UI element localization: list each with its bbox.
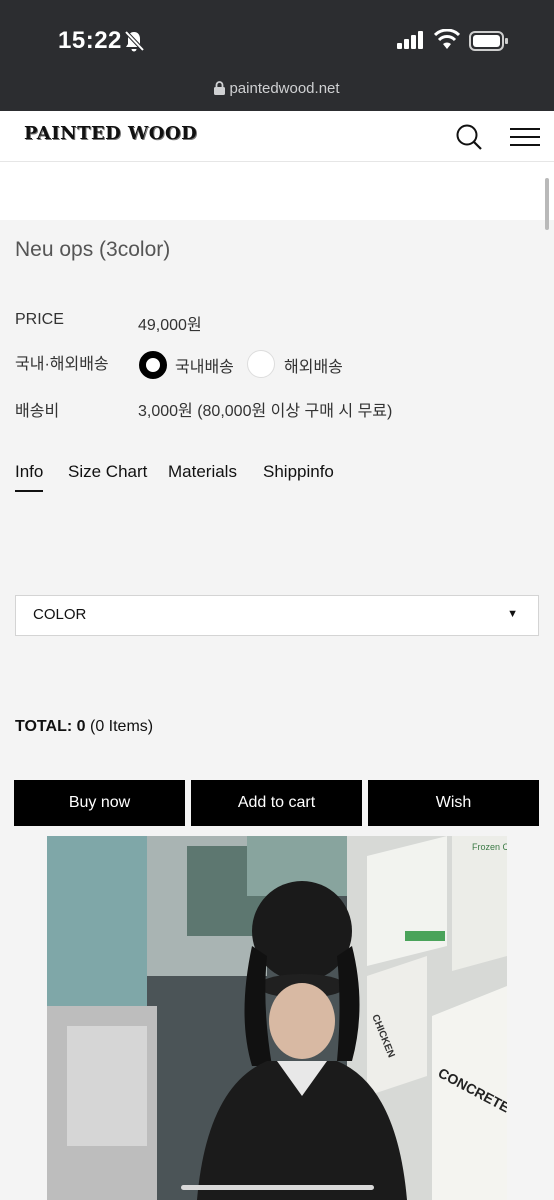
dropdown-arrow-icon: ▼	[507, 608, 518, 620]
banner-area	[0, 162, 554, 220]
product-photo: CONCRETES CHICKEN Frozen Custa	[47, 836, 507, 1200]
lock-icon	[214, 81, 226, 95]
radio-overseas-label[interactable]: 해외배송	[284, 353, 343, 377]
price-value: 49,000원	[138, 317, 202, 334]
cellular-signal-icon	[397, 31, 423, 49]
total-summary: TOTAL: 0 (0 Items)	[15, 718, 153, 736]
shipping-fee-label: 배송비	[15, 403, 60, 420]
shipping-type-label: 국내·해외배송	[15, 356, 109, 373]
tab-size-chart[interactable]: Size Chart	[68, 462, 147, 482]
scrollbar[interactable]	[545, 178, 549, 230]
price-label: PRICE	[15, 311, 64, 328]
total-label: TOTAL:	[15, 718, 73, 735]
wifi-icon	[434, 29, 460, 49]
radio-domestic-label[interactable]: 국내배송	[175, 353, 234, 377]
total-items: (0 Items)	[89, 718, 154, 735]
radio-domestic[interactable]	[139, 351, 167, 379]
home-indicator[interactable]	[181, 1185, 374, 1190]
battery-icon	[469, 31, 508, 51]
color-select[interactable]: COLOR ▼	[15, 595, 539, 636]
total-amount: 0	[76, 718, 86, 735]
tab-materials[interactable]: Materials	[168, 462, 237, 482]
shipping-fee-value: 3,000원 (80,000원 이상 구매 시 무료)	[138, 403, 393, 420]
buy-now-button[interactable]: Buy now	[14, 780, 185, 826]
color-select-label: COLOR	[33, 606, 87, 623]
status-bar: 15:22 paintedwood.net	[0, 0, 554, 111]
radio-overseas[interactable]	[247, 350, 275, 378]
add-to-cart-button[interactable]: Add to cart	[191, 780, 362, 826]
address-bar[interactable]: paintedwood.net	[0, 80, 554, 97]
url-text: paintedwood.net	[229, 80, 340, 97]
hamburger-menu-icon[interactable]	[510, 127, 540, 147]
wish-button[interactable]: Wish	[368, 780, 539, 826]
sign-text-3: Frozen Custa	[472, 842, 507, 852]
search-icon[interactable]	[455, 123, 483, 151]
tab-shippinfo[interactable]: Shippinfo	[263, 462, 334, 482]
tab-info[interactable]: Info	[15, 462, 44, 492]
site-logo[interactable]: PAINTED WOOD	[24, 123, 197, 144]
site-header: PAINTED WOOD	[0, 111, 554, 162]
clock: 15:22	[58, 27, 122, 54]
bell-muted-icon	[124, 30, 144, 52]
product-photo-illustration: CONCRETES CHICKEN Frozen Custa	[47, 836, 507, 1200]
product-title: Neu ops (3color)	[15, 238, 171, 261]
